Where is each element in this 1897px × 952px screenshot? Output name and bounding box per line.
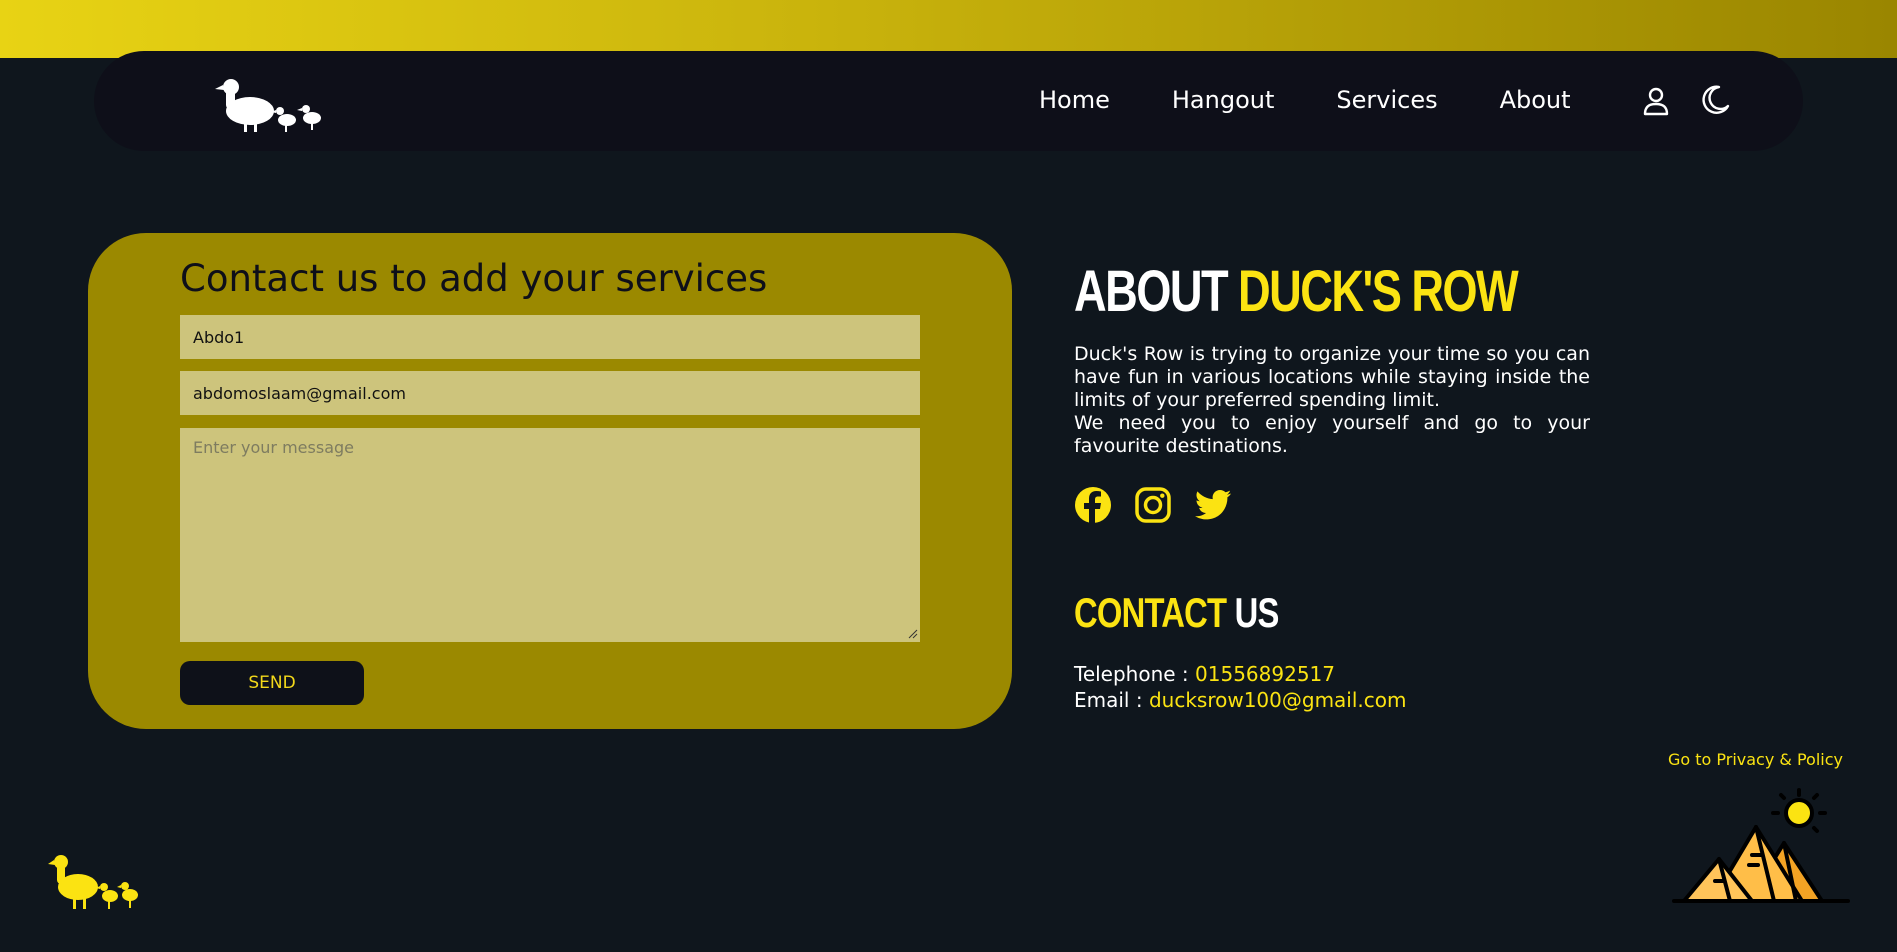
about-title-highlight: DUCK'S ROW <box>1238 259 1519 324</box>
contact-us-title: CONTACT US <box>1074 589 1279 637</box>
email-value[interactable]: ducksrow100@gmail.com <box>1149 688 1407 712</box>
nav-link-hangout[interactable]: Hangout <box>1172 84 1275 116</box>
about-title: ABOUT DUCK'S ROW <box>1074 258 1519 325</box>
facebook-icon[interactable] <box>1074 486 1112 524</box>
nav-link-home[interactable]: Home <box>1039 84 1110 116</box>
contact-form-card: Contact us to add your services SEND <box>88 233 1012 729</box>
contact-form-title: Contact us to add your services <box>180 257 768 300</box>
telephone-label: Telephone : <box>1074 662 1196 686</box>
top-accent-band <box>0 0 1897 58</box>
twitter-icon[interactable] <box>1194 486 1232 524</box>
telephone-line: Telephone : 01556892517 <box>1074 662 1335 686</box>
about-paragraph-1: Duck's Row is trying to organize your ti… <box>1074 343 1590 411</box>
about-title-prefix: ABOUT <box>1074 259 1239 324</box>
telephone-value[interactable]: 01556892517 <box>1195 662 1335 686</box>
message-textarea[interactable] <box>180 428 920 642</box>
contact-title-suffix: US <box>1226 589 1280 636</box>
duck-family-logo[interactable] <box>214 67 324 133</box>
about-description: Duck's Row is trying to organize your ti… <box>1074 343 1590 458</box>
resize-grip-icon[interactable] <box>908 629 918 639</box>
contact-title-highlight: CONTACT <box>1074 589 1227 636</box>
privacy-policy-link[interactable]: Go to Privacy & Policy <box>1668 750 1843 769</box>
moon-icon[interactable] <box>1699 84 1731 116</box>
nav-link-about[interactable]: About <box>1500 84 1571 116</box>
social-links <box>1074 486 1232 524</box>
email-line: Email : ducksrow100@gmail.com <box>1074 688 1407 712</box>
user-icon[interactable] <box>1641 86 1671 116</box>
pyramids-sun-icon <box>1672 788 1850 903</box>
navbar: Home Hangout Services About <box>94 51 1803 151</box>
email-label: Email : <box>1074 688 1149 712</box>
instagram-icon[interactable] <box>1134 486 1172 524</box>
duck-family-logo <box>48 855 138 909</box>
send-button[interactable]: SEND <box>180 661 364 705</box>
nav-link-services[interactable]: Services <box>1336 84 1437 116</box>
email-field[interactable] <box>180 371 920 415</box>
name-field[interactable] <box>180 315 920 359</box>
nav-links: Home Hangout Services About <box>1039 84 1571 116</box>
about-paragraph-2: We need you to enjoy yourself and go to … <box>1074 412 1590 457</box>
